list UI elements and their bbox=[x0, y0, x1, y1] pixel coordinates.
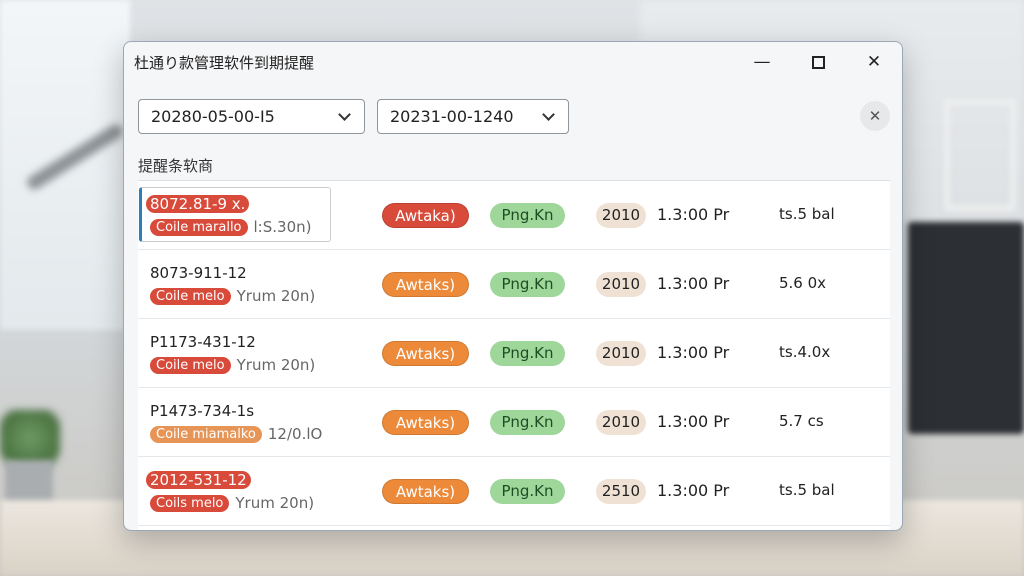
minimize-button[interactable]: — bbox=[734, 42, 790, 82]
record-term: 12/0.lO bbox=[267, 425, 323, 443]
chevron-down-icon bbox=[542, 107, 555, 121]
record-id: 2012-531-12 bbox=[146, 471, 251, 489]
title-bar[interactable]: 杜通り款管理软件到期提醒 — ✕ bbox=[124, 42, 902, 82]
due-time: 1.3:00 Pr bbox=[657, 343, 730, 362]
record-type-badge: Coile melo bbox=[150, 356, 231, 374]
record-type-badge: Coile melo bbox=[150, 287, 231, 305]
status-badge: Awtaks) bbox=[382, 410, 469, 435]
start-date-select[interactable]: 20280-05-00-I5 bbox=[138, 99, 365, 134]
end-date-value: 20231-00-1240 bbox=[390, 107, 514, 126]
maximize-button[interactable] bbox=[790, 42, 846, 82]
year-badge: 2010 bbox=[596, 203, 646, 228]
record-id: 8072.81-9 x. bbox=[146, 195, 250, 213]
year-badge: 2010 bbox=[596, 272, 646, 297]
tag-badge: Png.Kn bbox=[490, 272, 565, 297]
section-label: 提醒条软商 bbox=[138, 157, 214, 175]
record-type-badge: Coile marallo bbox=[150, 218, 248, 236]
record-subline: Coile melo Yrum 20n) bbox=[150, 287, 315, 305]
record-id: P1173-431-12 bbox=[150, 333, 256, 351]
record-id: P1473-734-1s bbox=[150, 402, 255, 420]
status-badge: Awtaks) bbox=[382, 479, 469, 504]
tag-badge: Png.Kn bbox=[490, 203, 565, 228]
record-subline: Coile marallo l:S.30n) bbox=[150, 218, 311, 236]
start-date-value: 20280-05-00-I5 bbox=[151, 107, 275, 126]
background-frame bbox=[945, 100, 1015, 210]
close-button[interactable]: ✕ bbox=[846, 42, 902, 82]
record-term: Yrum 20n) bbox=[235, 494, 315, 512]
record-term: Yrum 20n) bbox=[236, 356, 316, 374]
list-item[interactable]: P1473-734-1s Coile miamalko 12/0.lO Awta… bbox=[138, 388, 890, 457]
window-title: 杜通り款管理软件到期提醒 bbox=[134, 53, 315, 72]
tag-badge: Png.Kn bbox=[490, 479, 565, 504]
end-date-select[interactable]: 20231-00-1240 bbox=[377, 99, 569, 134]
list-item[interactable]: 8073-911-12 Coile melo Yrum 20n) Awtaks)… bbox=[138, 250, 890, 319]
reminder-list: 8072.81-9 x. Coile marallo l:S.30n) Awta… bbox=[138, 180, 890, 530]
rate-value: ts.4.0x bbox=[779, 343, 831, 361]
clear-icon: ✕ bbox=[868, 107, 882, 125]
status-badge: Awtaks) bbox=[382, 341, 469, 366]
record-type-badge: Coile miamalko bbox=[150, 425, 262, 443]
record-term: l:S.30n) bbox=[253, 218, 312, 236]
maximize-icon bbox=[811, 55, 825, 69]
minimize-icon: — bbox=[753, 52, 771, 72]
status-badge: Awtaks) bbox=[382, 272, 469, 297]
year-badge: 2510 bbox=[596, 479, 646, 504]
app-window: 杜通り款管理软件到期提醒 — ✕ 20280-05-00-I5 20231-00… bbox=[123, 41, 903, 531]
rate-value: ts.5 bal bbox=[779, 205, 835, 223]
list-item[interactable]: 2012-531-12 Coils melo Yrum 20n) Awtaks)… bbox=[138, 457, 890, 526]
rate-value: ts.5 bal bbox=[779, 481, 835, 499]
tag-badge: Png.Kn bbox=[490, 341, 565, 366]
year-badge: 2010 bbox=[596, 410, 646, 435]
clear-filter-button[interactable]: ✕ bbox=[860, 101, 890, 131]
close-icon: ✕ bbox=[866, 52, 882, 72]
record-subline: Coils melo Yrum 20n) bbox=[150, 494, 314, 512]
list-item[interactable]: P1173-431-12 Coile melo Yrum 20n) Awtaks… bbox=[138, 319, 890, 388]
list-item[interactable]: 8072.81-9 x. Coile marallo l:S.30n) Awta… bbox=[138, 181, 890, 250]
record-subline: Coile melo Yrum 20n) bbox=[150, 356, 315, 374]
tag-badge: Png.Kn bbox=[490, 410, 565, 435]
record-id: 8073-911-12 bbox=[150, 264, 247, 282]
filter-bar: 20280-05-00-I5 20231-00-1240 ✕ bbox=[138, 99, 890, 135]
record-term: Yrum 20n) bbox=[236, 287, 316, 305]
chevron-down-icon bbox=[338, 107, 351, 121]
record-subline: Coile miamalko 12/0.lO bbox=[150, 425, 322, 443]
due-time: 1.3:00 Pr bbox=[657, 205, 730, 224]
status-badge: Awtaka) bbox=[382, 203, 469, 228]
background-monitor bbox=[908, 222, 1024, 434]
rate-value: 5.7 cs bbox=[779, 412, 824, 430]
due-time: 1.3:00 Pr bbox=[657, 274, 730, 293]
due-time: 1.3:00 Pr bbox=[657, 481, 730, 500]
rate-value: 5.6 0x bbox=[779, 274, 827, 292]
record-type-badge: Coils melo bbox=[150, 494, 230, 512]
year-badge: 2010 bbox=[596, 341, 646, 366]
due-time: 1.3:00 Pr bbox=[657, 412, 730, 431]
